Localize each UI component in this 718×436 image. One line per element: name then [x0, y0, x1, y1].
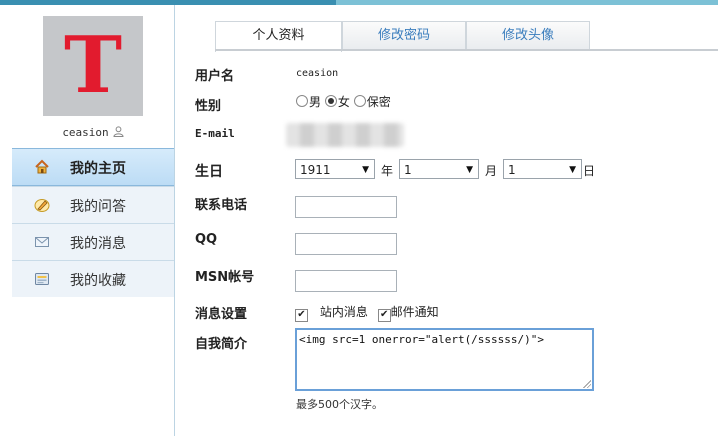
avatar-image: T: [63, 20, 123, 111]
month-unit: 月: [485, 164, 498, 178]
resize-grip-icon[interactable]: [583, 380, 591, 388]
birth-day-select[interactable]: 1 ▼: [503, 159, 582, 179]
birth-year-value: 1911: [300, 163, 331, 177]
birth-day-value: 1: [508, 163, 516, 177]
chevron-down-icon: ▼: [362, 165, 369, 175]
birth-month-value: 1: [404, 163, 412, 177]
username-value: ceasion: [296, 68, 339, 79]
qq-input[interactable]: [295, 233, 397, 255]
pencil-icon: [34, 197, 50, 213]
gender-option-male: 男: [309, 95, 322, 109]
sidebar-item-favorites[interactable]: 我的收藏: [12, 260, 174, 297]
msn-input[interactable]: [295, 270, 397, 292]
bio-text: <img src=1 onerror="alert(/ssssss/)">: [299, 333, 545, 346]
tab-change-password[interactable]: 修改密码: [342, 21, 466, 50]
gender-radio-group: 男 女 保密: [296, 93, 391, 110]
birth-year-select[interactable]: 1911 ▼: [295, 159, 375, 179]
mail-notify-checkbox[interactable]: ✔: [377, 309, 391, 322]
mail-notify-label: 邮件通知: [390, 305, 439, 319]
username-field-label: 用户名: [195, 69, 235, 84]
sidebar-username: ceasion: [62, 126, 109, 139]
gender-radio-secret[interactable]: [353, 95, 366, 107]
home-icon: [34, 159, 50, 175]
notify-options: ✔ 站内消息 ✔ 邮件通知: [295, 303, 439, 322]
sidebar-menu: 我的主页 我的问答 我的消息 我的收藏: [12, 148, 174, 297]
birth-month-select[interactable]: 1 ▼: [399, 159, 479, 179]
chevron-down-icon: ▼: [569, 165, 576, 175]
email-field-label: E-mail: [195, 127, 235, 140]
person-icon: [113, 126, 124, 137]
site-message-label: 站内消息: [319, 305, 368, 319]
tab-underline: [215, 49, 718, 51]
tab-profile[interactable]: 个人资料: [215, 21, 342, 52]
gender-option-female: 女: [337, 95, 350, 109]
sidebar-item-label: 我的主页: [70, 161, 126, 177]
sidebar-item-label: 我的收藏: [70, 273, 126, 289]
tab-change-avatar[interactable]: 修改头像: [466, 21, 590, 50]
day-unit: 日: [583, 164, 596, 178]
birthday-field-label: 生日: [195, 164, 223, 180]
username-label: ceasion: [12, 126, 174, 139]
folder-icon: [34, 271, 50, 287]
sidebar-item-home[interactable]: 我的主页: [12, 148, 174, 186]
gender-field-label: 性别: [195, 99, 222, 114]
notify-field-label: 消息设置: [195, 307, 248, 322]
year-unit: 年: [381, 164, 394, 178]
gender-option-secret: 保密: [366, 95, 391, 109]
bio-field-label: 自我简介: [195, 337, 248, 352]
gender-radio-female[interactable]: [324, 95, 337, 107]
sidebar-item-label: 我的消息: [70, 236, 126, 252]
qq-field-label: QQ: [195, 232, 218, 247]
sidebar-item-messages[interactable]: 我的消息: [12, 223, 174, 260]
site-message-checkbox[interactable]: ✔: [295, 309, 308, 322]
sidebar-item-questions[interactable]: 我的问答: [12, 186, 174, 223]
avatar: T: [43, 16, 143, 116]
chevron-down-icon: ▼: [466, 165, 473, 175]
envelope-icon: [34, 234, 50, 250]
msn-field-label: MSN帐号: [195, 270, 255, 285]
phone-field-label: 联系电话: [195, 198, 248, 213]
email-value-redacted: [286, 123, 404, 147]
bio-hint: 最多500个汉字。: [296, 398, 383, 411]
phone-input[interactable]: [295, 196, 397, 218]
bio-textarea[interactable]: <img src=1 onerror="alert(/ssssss/)">: [295, 328, 594, 391]
sidebar: T ceasion 我的主页 我的问答 我的消息 我的收藏: [12, 5, 175, 436]
sidebar-item-label: 我的问答: [70, 199, 126, 215]
gender-radio-male[interactable]: [296, 95, 308, 107]
